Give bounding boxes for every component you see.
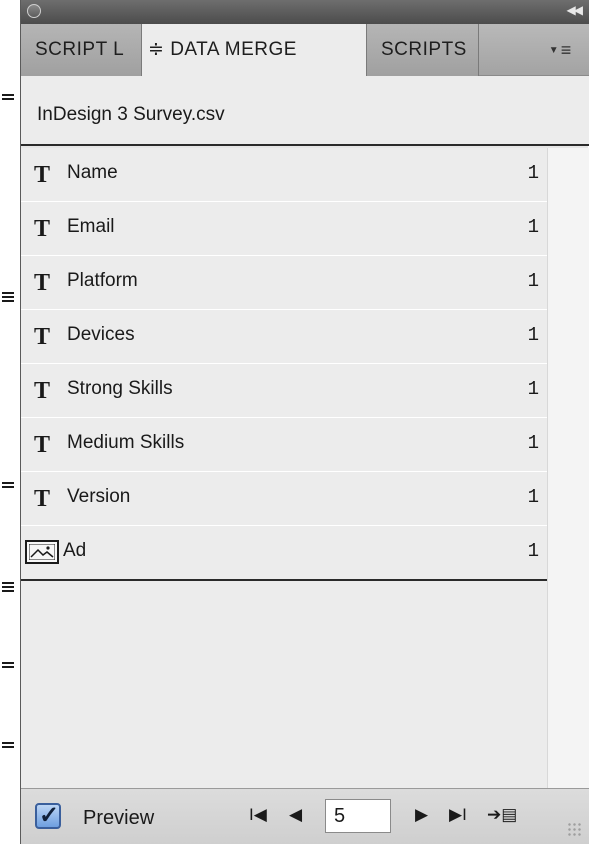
tab-scripts[interactable]: SCRIPTS: [367, 24, 479, 76]
create-merged-document-icon[interactable]: ➔▤: [487, 805, 517, 825]
field-name: Strong Skills: [67, 378, 173, 399]
field-row-platform[interactable]: T Platform 1: [21, 256, 547, 310]
preview-label: Preview: [83, 807, 155, 829]
checkmark-icon: ✓: [39, 802, 60, 829]
field-count: 1: [527, 324, 539, 346]
field-name: Medium Skills: [67, 432, 185, 453]
field-count: 1: [527, 378, 539, 400]
field-name: Platform: [67, 270, 138, 291]
previous-record-icon[interactable]: ◀: [289, 805, 302, 825]
text-field-icon: T: [34, 432, 51, 458]
text-field-icon: T: [34, 378, 51, 404]
page-text-fragment: [2, 92, 14, 102]
field-count: 1: [527, 162, 539, 184]
page-text-fragment: [2, 580, 14, 592]
document-page-edge: [0, 0, 20, 844]
text-field-icon: T: [34, 486, 51, 512]
field-count: 1: [527, 540, 539, 562]
field-count: 1: [527, 270, 539, 292]
page-text-fragment: [2, 290, 14, 302]
resize-grip-icon[interactable]: [567, 822, 583, 838]
text-field-icon: T: [34, 216, 51, 242]
panel-footer: ✓ Preview I◀ ◀ 5 ▶ ▶I ➔▤: [21, 788, 589, 844]
field-name: Ad: [63, 540, 87, 561]
field-count: 1: [527, 216, 539, 238]
field-name: Version: [67, 486, 131, 507]
field-count: 1: [527, 486, 539, 508]
field-name: Email: [67, 216, 115, 237]
field-list: T Name 1 T Email 1 T Platform 1 T Device…: [21, 148, 547, 580]
first-record-icon[interactable]: I◀: [249, 805, 267, 825]
field-name: Devices: [67, 324, 135, 345]
page-text-fragment: [2, 740, 14, 750]
panel-tabs: SCRIPT L ≑ DATA MERGE SCRIPTS ▼ ≡: [21, 24, 589, 77]
image-field-icon: [25, 540, 59, 564]
preview-checkbox[interactable]: ✓: [35, 802, 61, 829]
next-record-icon[interactable]: ▶: [415, 805, 428, 825]
field-row-name[interactable]: T Name 1: [21, 148, 547, 202]
panel-menu-icon[interactable]: ▼ ≡: [531, 24, 589, 76]
field-row-version[interactable]: T Version 1: [21, 472, 547, 526]
field-row-email[interactable]: T Email 1: [21, 202, 547, 256]
text-field-icon: T: [34, 324, 51, 350]
field-row-ad[interactable]: Ad 1: [21, 526, 547, 580]
panel-titlebar[interactable]: ◀◀: [21, 0, 589, 24]
field-list-empty-area: [21, 581, 547, 788]
tab-script-label[interactable]: SCRIPT L: [21, 24, 141, 76]
field-name: Name: [67, 162, 118, 183]
page-text-fragment: [2, 660, 14, 670]
last-record-icon[interactable]: ▶I: [449, 805, 467, 825]
data-merge-panel: ◀◀ SCRIPT L ≑ DATA MERGE SCRIPTS ▼ ≡ InDe…: [20, 0, 589, 844]
close-icon[interactable]: [27, 4, 41, 18]
text-field-icon: T: [34, 162, 51, 188]
scrollbar-track[interactable]: [547, 148, 589, 788]
tab-data-merge[interactable]: ≑ DATA MERGE: [141, 24, 367, 77]
data-source-header: InDesign 3 Survey.csv: [21, 76, 589, 146]
data-source-name: InDesign 3 Survey.csv: [37, 104, 225, 125]
field-row-medium-skills[interactable]: T Medium Skills 1: [21, 418, 547, 472]
collapse-icon[interactable]: ◀◀: [567, 3, 584, 17]
record-number-input[interactable]: 5: [325, 799, 391, 833]
field-row-strong-skills[interactable]: T Strong Skills 1: [21, 364, 547, 418]
text-field-icon: T: [34, 270, 51, 296]
page-text-fragment: [2, 480, 14, 490]
field-row-devices[interactable]: T Devices 1: [21, 310, 547, 364]
field-count: 1: [527, 432, 539, 454]
